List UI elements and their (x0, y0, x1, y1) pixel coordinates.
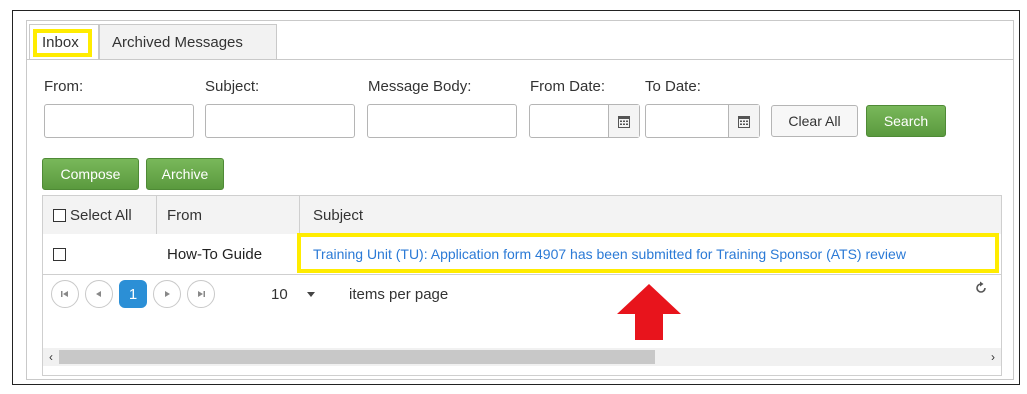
from-date-input[interactable] (530, 105, 620, 137)
first-page-icon (61, 291, 68, 297)
last-page-icon (198, 291, 205, 297)
pager: 1 10 items per page (43, 274, 1001, 318)
select-all-label: Select All (70, 206, 132, 224)
table-row[interactable]: How-To Guide Training Unit (TU): Applica… (43, 234, 1001, 275)
row-subject-link[interactable]: Training Unit (TU): Application form 490… (313, 246, 906, 262)
to-date-picker (645, 104, 760, 138)
tab-divider (26, 59, 1014, 60)
from-column-header[interactable]: From (167, 196, 202, 234)
from-date-calendar-button[interactable] (608, 105, 639, 137)
page-size-value: 10 (271, 285, 288, 303)
to-date-input[interactable] (646, 105, 738, 137)
refresh-icon (976, 281, 986, 293)
items-per-page-label: items per page (349, 286, 449, 303)
messages-grid: Select All From Subject How-To Guide Tra… (42, 195, 1002, 376)
clear-all-button[interactable]: Clear All (771, 105, 858, 137)
calendar-icon (618, 115, 630, 128)
refresh-button[interactable] (971, 278, 991, 298)
from-date-label: From Date: (530, 78, 606, 95)
subject-label: Subject: (205, 78, 260, 95)
row-checkbox[interactable] (53, 247, 66, 261)
first-page-button[interactable] (51, 280, 79, 308)
search-button[interactable]: Search (866, 105, 946, 137)
previous-page-button[interactable] (85, 280, 113, 308)
chevron-down-icon (306, 292, 315, 297)
message-body-input[interactable] (367, 104, 517, 138)
scrollbar-thumb[interactable] (59, 350, 655, 364)
row-subject-cell: Training Unit (TU): Application form 490… (313, 234, 906, 274)
subject-input[interactable] (205, 104, 355, 138)
scroll-left-button[interactable]: ‹ (43, 348, 59, 366)
next-page-icon (165, 291, 170, 297)
archive-button[interactable]: Archive (146, 158, 224, 190)
grid-header: Select All From Subject (43, 196, 1001, 235)
page-size-select[interactable]: 10 (271, 280, 339, 308)
previous-page-icon (96, 291, 101, 297)
scroll-right-button[interactable]: › (985, 348, 1001, 366)
last-page-button[interactable] (187, 280, 215, 308)
next-page-button[interactable] (153, 280, 181, 308)
calendar-icon (738, 115, 750, 128)
to-date-calendar-button[interactable] (728, 105, 759, 137)
select-all-header[interactable]: Select All (53, 196, 132, 234)
to-date-label: To Date: (645, 78, 701, 95)
horizontal-scrollbar[interactable]: ‹ › (43, 348, 1001, 366)
row-select-cell (53, 234, 70, 274)
inbox-highlight-box (33, 29, 92, 57)
select-all-checkbox[interactable] (53, 208, 66, 222)
tab-archived-label: Archived Messages (112, 34, 243, 51)
tab-archived-messages[interactable]: Archived Messages (99, 24, 277, 60)
compose-button[interactable]: Compose (42, 158, 139, 190)
from-input[interactable] (44, 104, 194, 138)
from-label: From: (44, 78, 84, 95)
from-date-picker (529, 104, 640, 138)
current-page-button[interactable]: 1 (119, 280, 147, 308)
message-body-label: Message Body: (368, 78, 472, 95)
subject-column-header[interactable]: Subject (313, 196, 363, 234)
row-from: How-To Guide (167, 245, 263, 263)
